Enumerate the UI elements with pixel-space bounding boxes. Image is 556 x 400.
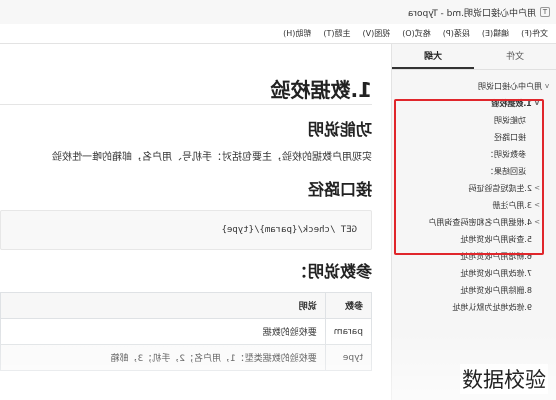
sidebar-tabs: 文件 大纲	[392, 44, 556, 70]
red-highlight-box	[394, 99, 544, 255]
typora-window: T 用户中心接口说明.md - Typora 文件(F) 编辑(E) 段落(P)…	[0, 0, 556, 400]
menu-file[interactable]: 文件(F)	[515, 28, 554, 39]
heading-api-path: 接口路径	[307, 180, 372, 199]
outline-item[interactable]: 9.修改地址为默认地址	[392, 299, 556, 316]
params-table: 参数 说明 param 要校验的数据 type 要校验的数据类型：1，用户名；2…	[0, 292, 372, 371]
outline-item[interactable]: v 用户中心接口说明	[392, 78, 556, 95]
window-title: 用户中心接口说明.md - Typora	[407, 8, 536, 19]
table-header-param: 参数	[325, 292, 372, 319]
table-cell[interactable]: 要校验的数据	[0, 318, 326, 345]
menu-format[interactable]: 格式(O)	[396, 28, 437, 39]
menu-paragraph[interactable]: 段落(P)	[437, 28, 476, 39]
outline-item-label: 7.修改用户收货地址	[460, 269, 532, 278]
editor-area[interactable]: 1.数据校验 功能说明 实现用户数据的校验，主要包括对：手机号、用户名，邮箱的唯…	[0, 44, 390, 400]
typora-app-icon: T	[540, 7, 550, 17]
menu-help[interactable]: 帮助(H)	[277, 28, 317, 39]
table-row: type 要校验的数据类型：1，用户名；2，手机；3，邮箱	[0, 344, 372, 371]
outline-item-label: 8.删除用户收货地址	[460, 286, 532, 295]
outline-item[interactable]: 8.删除用户收货地址	[392, 282, 556, 299]
menu-theme[interactable]: 主题(T)	[317, 28, 356, 39]
table-cell[interactable]: 要校验的数据类型：1，用户名；2，手机；3，邮箱	[0, 344, 326, 371]
heading-h1: 1.数据校验	[270, 78, 372, 102]
outline-item-label: 9.修改地址为默认地址	[452, 303, 532, 312]
heading-function: 功能说明	[307, 120, 372, 139]
table-cell[interactable]: type	[325, 344, 372, 371]
tab-outline[interactable]: 大纲	[392, 44, 474, 69]
outline-item-label: 用户中心接口说明	[478, 82, 542, 91]
function-description: 实现用户数据的校验，主要包括对：手机号、用户名，邮箱的唯一性校验	[52, 152, 372, 163]
menu-edit[interactable]: 编辑(E)	[476, 28, 515, 39]
tab-files[interactable]: 文件	[474, 44, 556, 69]
chevron-down-icon[interactable]: v	[542, 78, 552, 95]
menu-view[interactable]: 视图(V)	[357, 28, 397, 39]
heading-divider	[0, 104, 372, 105]
menu-bar: 文件(F) 编辑(E) 段落(P) 格式(O) 视图(V) 主题(T) 帮助(H…	[0, 24, 556, 44]
table-header-desc: 说明	[0, 292, 326, 319]
table-row: param 要校验的数据	[0, 318, 372, 345]
title-bar: T 用户中心接口说明.md - Typora	[0, 0, 556, 24]
outline-item[interactable]: 7.修改用户收货地址	[392, 265, 556, 282]
table-header-row: 参数 说明	[0, 292, 372, 319]
heading-params: 参数说明：	[291, 262, 372, 281]
caption-text: 数据校验	[460, 364, 548, 394]
table-cell[interactable]: param	[325, 318, 372, 345]
code-block[interactable]: GET /check/{param}/{type}	[0, 210, 372, 250]
